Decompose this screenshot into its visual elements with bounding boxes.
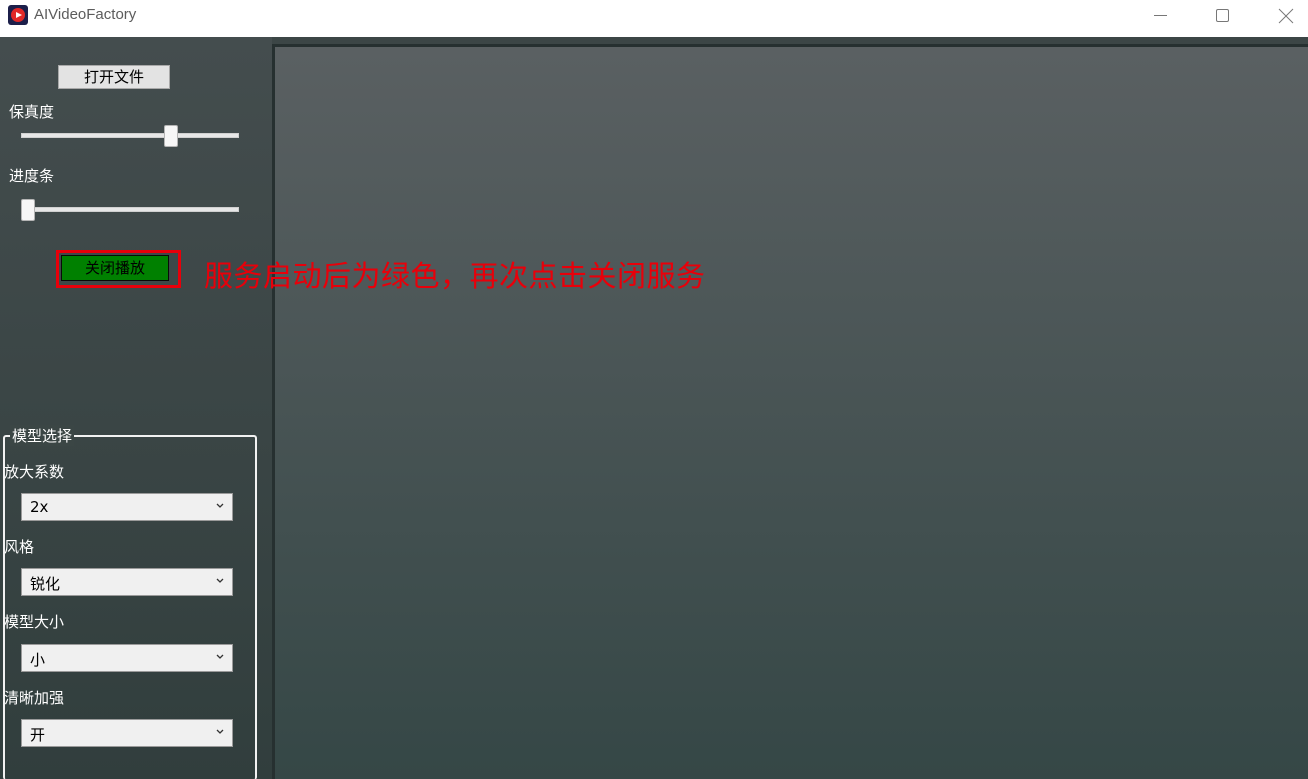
minimize-icon	[1154, 15, 1167, 16]
model-size-label: 模型大小	[4, 613, 65, 631]
title-bar: AIVideoFactory	[0, 0, 1308, 37]
model-group-title: 模型选择	[10, 425, 75, 446]
style-select[interactable]: 锐化	[21, 568, 233, 596]
progress-slider-thumb[interactable]	[21, 199, 35, 221]
minimize-button[interactable]	[1130, 0, 1190, 32]
chevron-down-icon	[216, 729, 224, 734]
app-icon	[8, 5, 28, 25]
maximize-icon	[1216, 9, 1229, 22]
window-title: AIVideoFactory	[34, 6, 137, 23]
chevron-down-icon	[216, 578, 224, 583]
clarity-select[interactable]: 开	[21, 719, 233, 747]
chevron-down-icon	[216, 654, 224, 659]
fidelity-slider-thumb[interactable]	[163, 125, 178, 147]
maximize-button[interactable]	[1192, 0, 1252, 32]
scale-label: 放大系数	[4, 463, 65, 481]
close-play-button[interactable]: 关闭播放	[61, 255, 169, 281]
clarity-label: 清晰加强	[4, 689, 65, 707]
open-file-button[interactable]: 打开文件	[58, 65, 170, 89]
progress-label: 进度条	[9, 167, 55, 185]
model-size-select[interactable]: 小	[21, 644, 233, 672]
annotation-text: 服务启动后为绿色，再次点击关闭服务	[204, 259, 706, 293]
close-button[interactable]	[1256, 0, 1308, 32]
model-size-value: 小	[30, 651, 46, 669]
fidelity-label: 保真度	[9, 103, 55, 121]
progress-slider-track	[21, 207, 239, 212]
style-label: 风格	[4, 538, 35, 556]
style-value: 锐化	[30, 575, 61, 593]
scale-select[interactable]: 2x	[21, 493, 233, 521]
video-preview-area	[272, 44, 1308, 779]
fidelity-slider-track	[21, 133, 239, 138]
scale-value: 2x	[30, 498, 49, 516]
chevron-down-icon	[216, 503, 224, 508]
clarity-value: 开	[30, 726, 46, 744]
close-icon	[1278, 8, 1294, 24]
control-panel: 打开文件 保真度 进度条 关闭播放 模型选择 放大系数 2x 风格 锐化 模型大…	[0, 37, 272, 779]
